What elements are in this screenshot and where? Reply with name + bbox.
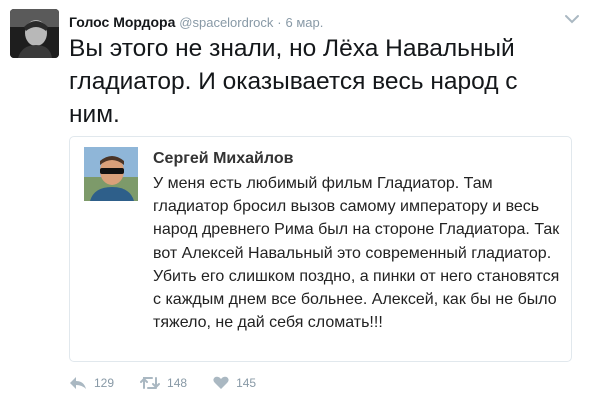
author-avatar[interactable] [10, 9, 59, 58]
tweet-text: Вы этого не знали, но Лёха Навальный гла… [69, 35, 518, 128]
author-name[interactable]: Голос Мордора [69, 14, 175, 30]
author-handle[interactable]: @spacelordrock [179, 15, 273, 30]
avatar-image [10, 9, 59, 58]
quoted-author-photo [84, 147, 138, 201]
retweet-button[interactable]: 148 [140, 376, 187, 390]
tweet-header: Голос Мордора @spacelordrock · 6 мар. [69, 13, 569, 31]
quoted-text: У меня есть любимый фильм Гладиатор. Там… [153, 175, 560, 332]
like-button[interactable]: 145 [213, 376, 256, 390]
heart-icon [213, 376, 229, 390]
retweet-count: 148 [167, 376, 188, 390]
quoted-author-name: Сергей Михайлов [153, 150, 294, 167]
reply-count: 129 [94, 376, 115, 390]
retweet-icon [140, 376, 161, 390]
chevron-down-icon[interactable] [564, 12, 580, 24]
tweet-date[interactable]: 6 мар. [286, 15, 324, 30]
reply-button[interactable]: 129 [69, 376, 114, 390]
reply-icon [69, 376, 87, 390]
separator-dot: · [277, 15, 282, 30]
tweet-actions: 129 148 145 [69, 372, 282, 394]
like-count: 145 [236, 376, 257, 390]
tweet: Голос Мордора @spacelordrock · 6 мар. Вы… [0, 0, 594, 403]
quoted-post[interactable]: Сергей Михайлов У меня есть любимый филь… [69, 136, 572, 362]
